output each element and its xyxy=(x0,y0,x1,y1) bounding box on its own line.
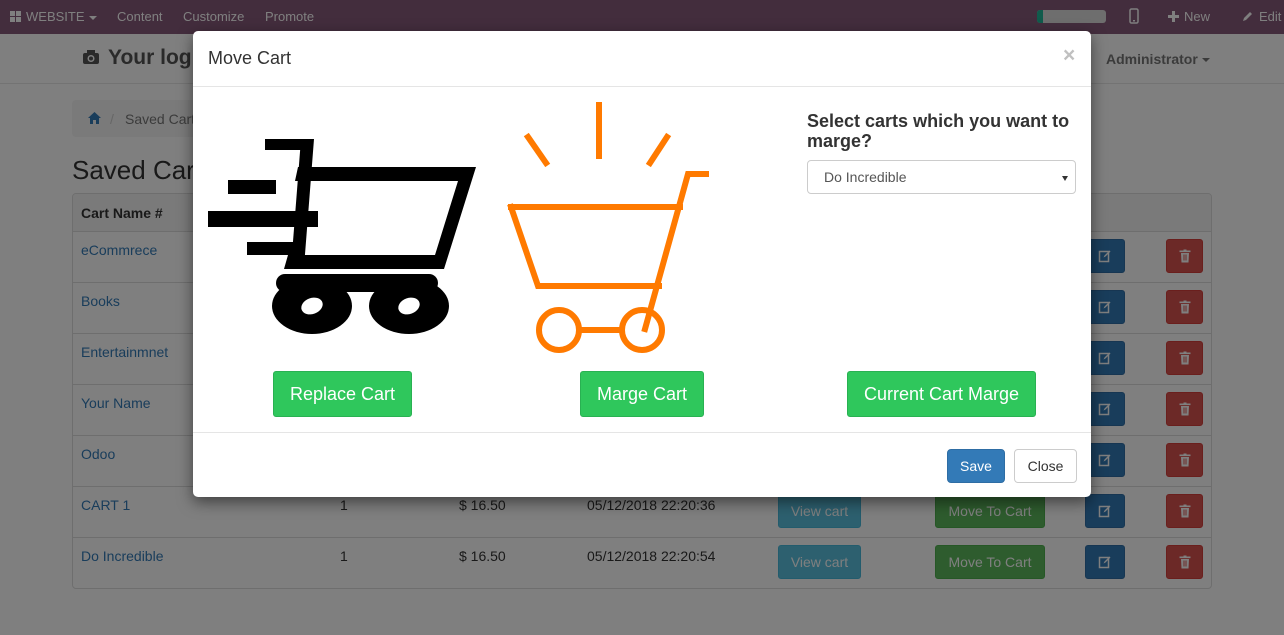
replace-cart-button[interactable]: Replace Cart xyxy=(273,371,412,417)
orange-cart-icon xyxy=(507,102,709,353)
select-carts-label: Select carts which you want to marge? xyxy=(807,111,1070,151)
close-icon[interactable]: × xyxy=(1063,44,1075,68)
current-cart-marge-button[interactable]: Current Cart Marge xyxy=(847,371,1036,417)
modal-footer: Save Close xyxy=(193,432,1091,497)
modal-header: Move Cart × xyxy=(193,31,1091,87)
cart-select-value: Do Incredible xyxy=(824,169,907,185)
fast-cart-icon xyxy=(208,139,476,334)
move-cart-modal: Move Cart × Select carts which you want … xyxy=(193,31,1091,497)
cart-select[interactable]: Do Incredible xyxy=(807,160,1076,194)
marge-cart-button[interactable]: Marge Cart xyxy=(580,371,704,417)
select-arrow-icon xyxy=(1062,176,1068,181)
close-button[interactable]: Close xyxy=(1014,449,1077,483)
modal-title: Move Cart xyxy=(208,48,292,68)
save-button[interactable]: Save xyxy=(947,449,1005,483)
